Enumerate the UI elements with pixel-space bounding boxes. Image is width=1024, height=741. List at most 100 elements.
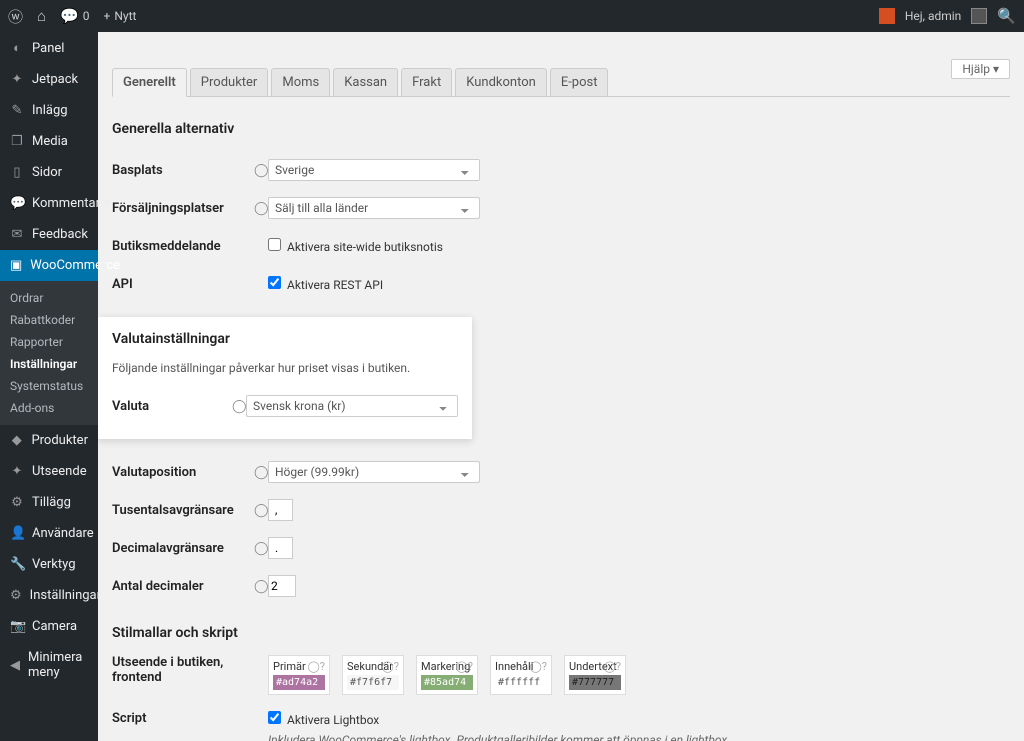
help-icon[interactable]: ◯? xyxy=(254,541,268,556)
sidebar-item-woocommerce[interactable]: ▣WooCommerce xyxy=(0,250,98,281)
help-tab[interactable]: Hjälp ▾ xyxy=(951,59,1010,79)
avatar[interactable] xyxy=(971,8,987,24)
sidebar-label: Minimera meny xyxy=(28,650,88,680)
help-icon[interactable]: ◯? xyxy=(254,163,268,178)
menu-icon: ✦ xyxy=(10,72,24,87)
store-notice-label: Butiksmeddelande xyxy=(112,239,254,254)
settings-tabs: GenerelltProdukterMomsKassanFraktKundkon… xyxy=(112,68,1010,97)
decimals-label: Antal decimaler xyxy=(112,579,254,594)
styles-heading: Stilmallar och skript xyxy=(112,625,1010,641)
currency-pos-select[interactable]: Höger (99.99kr) xyxy=(268,461,480,483)
sidebar-item-panel[interactable]: ◐Panel xyxy=(0,32,98,64)
help-icon: ◯? xyxy=(381,660,399,673)
sidebar-item-produkter[interactable]: ◆ Produkter xyxy=(0,425,98,456)
menu-icon: 👤 xyxy=(10,526,24,541)
sidebar-label: Sidor xyxy=(32,165,62,180)
help-icon: ◯? xyxy=(529,660,547,673)
sidebar-item-jetpack[interactable]: ✦Jetpack xyxy=(0,64,98,95)
submenu-item[interactable]: Systemstatus xyxy=(0,375,98,397)
color-swatch[interactable]: Primär◯?#ad74a2 xyxy=(268,655,330,695)
general-heading: Generella alternativ xyxy=(112,121,1010,137)
sidebar-item-utseende[interactable]: ✦Utseende xyxy=(0,456,98,487)
admin-toolbar: ⓦ ⌂ 💬0 +Nytt Hej, admin 🔍 xyxy=(0,0,1024,32)
tab-moms[interactable]: Moms xyxy=(271,68,330,97)
tab-generellt[interactable]: Generellt xyxy=(112,68,187,97)
menu-icon: 💬 xyxy=(10,196,24,211)
sidebar-item-sidor[interactable]: ▯Sidor xyxy=(0,157,98,188)
sidebar-item-kommentarer[interactable]: 💬Kommentarer xyxy=(0,188,98,219)
user-greeting[interactable]: Hej, admin xyxy=(905,9,962,23)
lightbox-desc: Inkludera WooCommerce's lightbox. Produk… xyxy=(268,733,1010,741)
tab-frakt[interactable]: Frakt xyxy=(401,68,452,97)
sidebar-item-verktyg[interactable]: 🔧Verktyg xyxy=(0,549,98,580)
menu-icon: ◀ xyxy=(10,658,20,673)
help-icon[interactable]: ◯? xyxy=(254,579,268,594)
store-notice-checkbox[interactable] xyxy=(268,238,281,251)
admin-sidebar: ◐Panel✦Jetpack✎Inlägg❐Media▯Sidor💬Kommen… xyxy=(0,32,98,741)
tab-e-post[interactable]: E-post xyxy=(550,68,609,97)
color-swatch[interactable]: Undertext◯?#777777 xyxy=(564,655,626,695)
menu-icon: ◆ xyxy=(10,433,23,448)
color-swatch[interactable]: Innehåll◯?#ffffff xyxy=(490,655,552,695)
base-location-label: Basplats xyxy=(112,163,254,178)
help-icon[interactable]: ◯? xyxy=(254,465,268,480)
comment-icon: 💬 xyxy=(60,7,79,25)
script-label: Script xyxy=(112,711,254,726)
decimal-sep-input[interactable] xyxy=(268,537,293,559)
comments-count: 0 xyxy=(83,9,90,23)
tab-kundkonton[interactable]: Kundkonton xyxy=(455,68,547,97)
submenu-item[interactable]: Inställningar xyxy=(0,353,98,375)
currency-label: Valuta xyxy=(112,399,232,414)
tab-produkter[interactable]: Produkter xyxy=(190,68,269,97)
base-location-select[interactable]: Sverige xyxy=(268,159,480,181)
search-icon[interactable]: 🔍 xyxy=(997,7,1016,25)
help-icon[interactable]: ◯? xyxy=(254,503,268,518)
submenu-item[interactable]: Ordrar xyxy=(0,287,98,309)
menu-icon: ⚙ xyxy=(10,495,24,510)
sidebar-label: Produkter xyxy=(31,433,88,448)
help-icon[interactable]: ◯? xyxy=(232,399,246,414)
currency-select[interactable]: Svensk krona (kr) xyxy=(246,395,458,417)
sidebar-label: Verktyg xyxy=(32,557,76,572)
currency-pos-label: Valutaposition xyxy=(112,465,254,480)
sidebar-item-camera[interactable]: 📷Camera xyxy=(0,611,98,642)
thousand-sep-input[interactable] xyxy=(268,499,293,521)
sidebar-item-feedback[interactable]: ✉Feedback xyxy=(0,219,98,250)
comments-link[interactable]: 💬0 xyxy=(60,7,89,25)
sidebar-item-användare[interactable]: 👤Användare xyxy=(0,518,98,549)
api-checkbox[interactable] xyxy=(268,276,281,289)
new-link[interactable]: +Nytt xyxy=(104,9,137,23)
tab-kassan[interactable]: Kassan xyxy=(333,68,398,97)
sidebar-label: Utseende xyxy=(32,464,87,479)
lightbox-checkbox-label: Aktivera Lightbox xyxy=(287,713,379,727)
help-icon[interactable]: ◯? xyxy=(254,201,268,216)
currency-heading: Valutainställningar xyxy=(112,331,458,347)
color-swatch[interactable]: Sekundär◯?#f7f6f7 xyxy=(342,655,404,695)
wordpress-logo-icon[interactable]: ⓦ xyxy=(8,6,23,27)
frontend-styles-label: Utseende i butiken, frontend xyxy=(112,655,254,685)
selling-locations-select[interactable]: Sälj till alla länder xyxy=(268,197,480,219)
decimals-input[interactable] xyxy=(268,575,296,597)
sidebar-item-media[interactable]: ❐Media xyxy=(0,126,98,157)
menu-icon: 📷 xyxy=(10,619,24,634)
color-swatch[interactable]: Markering◯?#85ad74 xyxy=(416,655,478,695)
sidebar-label: Media xyxy=(32,134,68,149)
menu-icon: ◐ xyxy=(10,40,24,56)
notification-badge[interactable] xyxy=(879,8,895,24)
sidebar-item-inlägg[interactable]: ✎Inlägg xyxy=(0,95,98,126)
lightbox-checkbox[interactable] xyxy=(268,711,281,724)
menu-icon: ⚙ xyxy=(10,588,22,603)
currency-desc: Följande inställningar påverkar hur pris… xyxy=(112,361,458,375)
sidebar-item-inställningar[interactable]: ⚙ Inställningar xyxy=(0,580,98,611)
sidebar-item-minimera meny[interactable]: ◀ Minimera meny xyxy=(0,642,98,688)
help-icon: ◯? xyxy=(455,660,473,673)
home-icon[interactable]: ⌂ xyxy=(37,7,46,25)
submenu-item[interactable]: Rapporter xyxy=(0,331,98,353)
sidebar-label: Inlägg xyxy=(32,103,68,118)
submenu-item[interactable]: Add-ons xyxy=(0,397,98,419)
new-label: Nytt xyxy=(114,9,136,23)
submenu-item[interactable]: Rabattkoder xyxy=(0,309,98,331)
sidebar-item-tillägg[interactable]: ⚙Tillägg xyxy=(0,487,98,518)
thousand-sep-label: Tusentalsavgränsare xyxy=(112,503,254,518)
sidebar-label: Inställningar xyxy=(30,588,101,603)
